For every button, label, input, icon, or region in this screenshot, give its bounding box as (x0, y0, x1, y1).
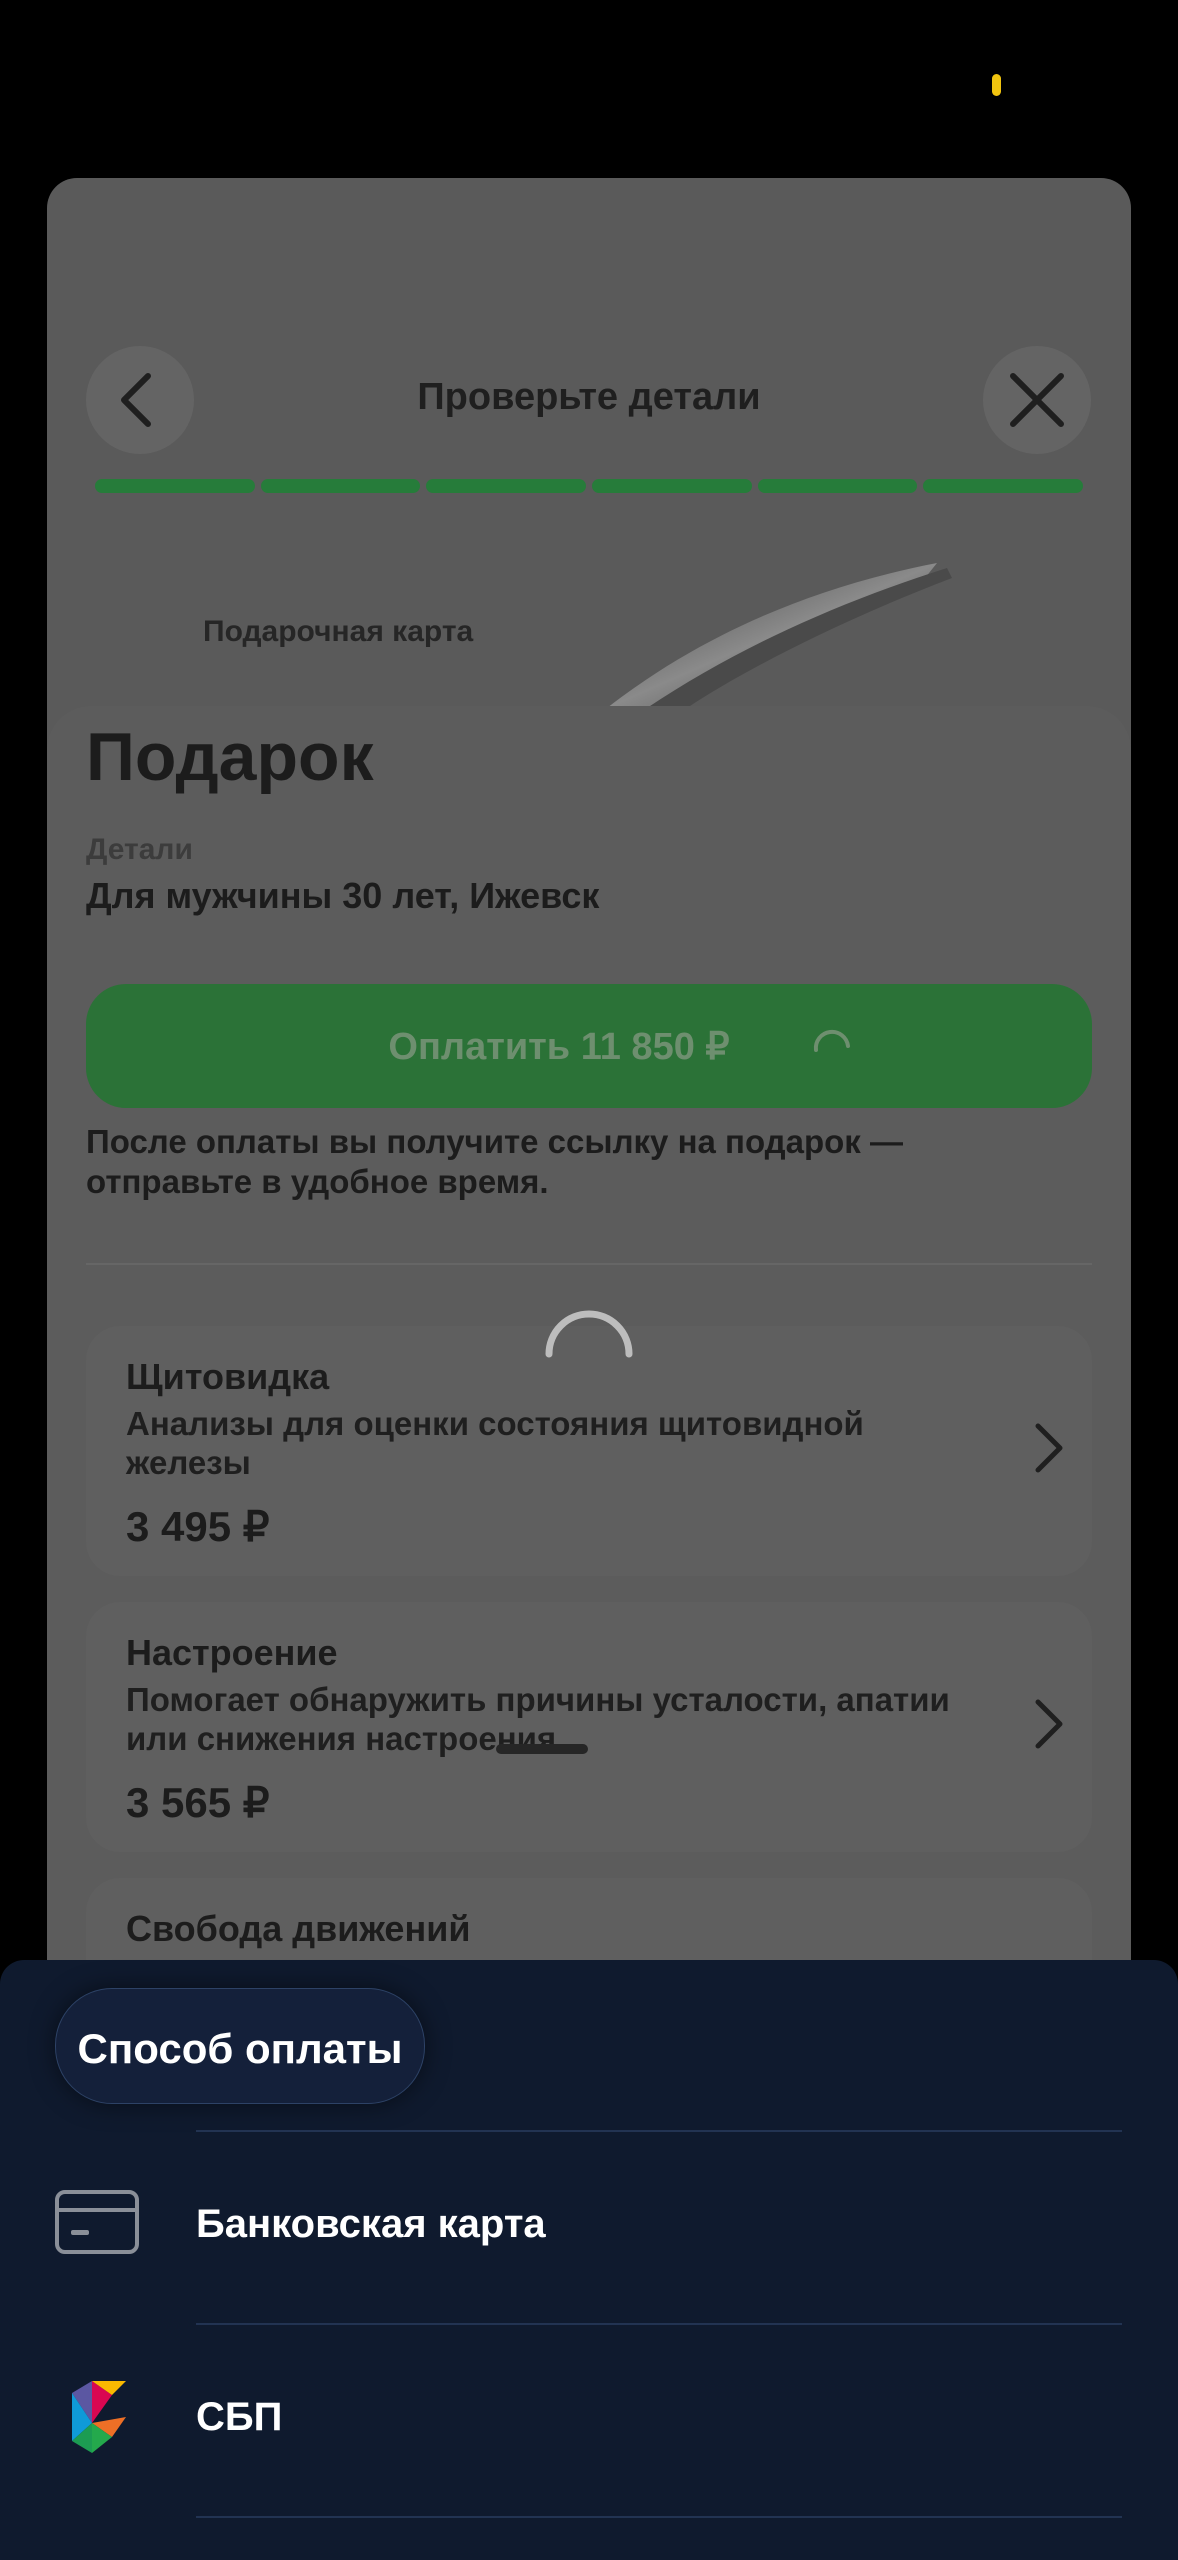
pay-button-label: Оплатить 11 850 ₽ (388, 1026, 730, 1068)
payment-option-label: Банковская карта (196, 2202, 546, 2246)
payment-option-bank-card[interactable]: Банковская карта (0, 2132, 1178, 2322)
payment-method-sheet: Способ оплаты Банковская карта СБП (0, 1960, 1178, 2560)
progress-segment (260, 479, 421, 493)
progress-segment (923, 479, 1084, 493)
progress-segment (592, 479, 752, 493)
payment-option-sbp[interactable]: СБП (0, 2325, 1178, 2515)
product-price: 3 495 ₽ (126, 1503, 270, 1550)
product-title: Свобода движений (126, 1908, 471, 1949)
status-indicator (992, 74, 1001, 96)
page-title: Проверьте детали (417, 376, 761, 418)
close-button[interactable] (983, 346, 1091, 454)
details-label: Детали (86, 833, 193, 866)
payment-option-label: СБП (196, 2395, 283, 2439)
order-title: Подарок (86, 719, 374, 795)
gift-card-label: Подарочная карта (203, 615, 474, 648)
divider (196, 2516, 1122, 2518)
bank-card-icon (55, 2190, 139, 2254)
chevron-right-icon (1035, 1423, 1063, 1473)
product-description: Анализы для оценки состояния щитовидной … (126, 1405, 864, 1481)
after-payment-note: После оплаты вы получите ссылку на подар… (86, 1123, 903, 1200)
pay-button[interactable]: Оплатить 11 850 ₽ (86, 984, 1092, 1108)
product-title: Настроение (126, 1632, 338, 1673)
payment-method-title-pill: Способ оплаты (55, 1988, 425, 2104)
product-price: 3 565 ₽ (126, 1779, 270, 1826)
progress-segment (757, 479, 918, 493)
close-icon (1010, 373, 1064, 427)
sbp-logo-icon (72, 2381, 126, 2453)
loading-spinner-icon (813, 1029, 850, 1052)
payment-method-title: Способ оплаты (77, 2025, 403, 2072)
product-card[interactable]: Настроение Помогает обнаружить причины у… (86, 1602, 1092, 1852)
loading-spinner-icon (545, 1310, 633, 1358)
sheet-drag-handle[interactable] (496, 1744, 588, 1754)
section-divider (86, 1263, 1092, 1265)
details-value: Для мужчины 30 лет, Ижевск (86, 875, 600, 916)
progress-segment (426, 479, 587, 493)
product-title: Щитовидка (126, 1356, 330, 1397)
progress-segment (95, 479, 255, 493)
step-progress-bar (95, 479, 1084, 493)
chevron-right-icon (1035, 1699, 1063, 1749)
